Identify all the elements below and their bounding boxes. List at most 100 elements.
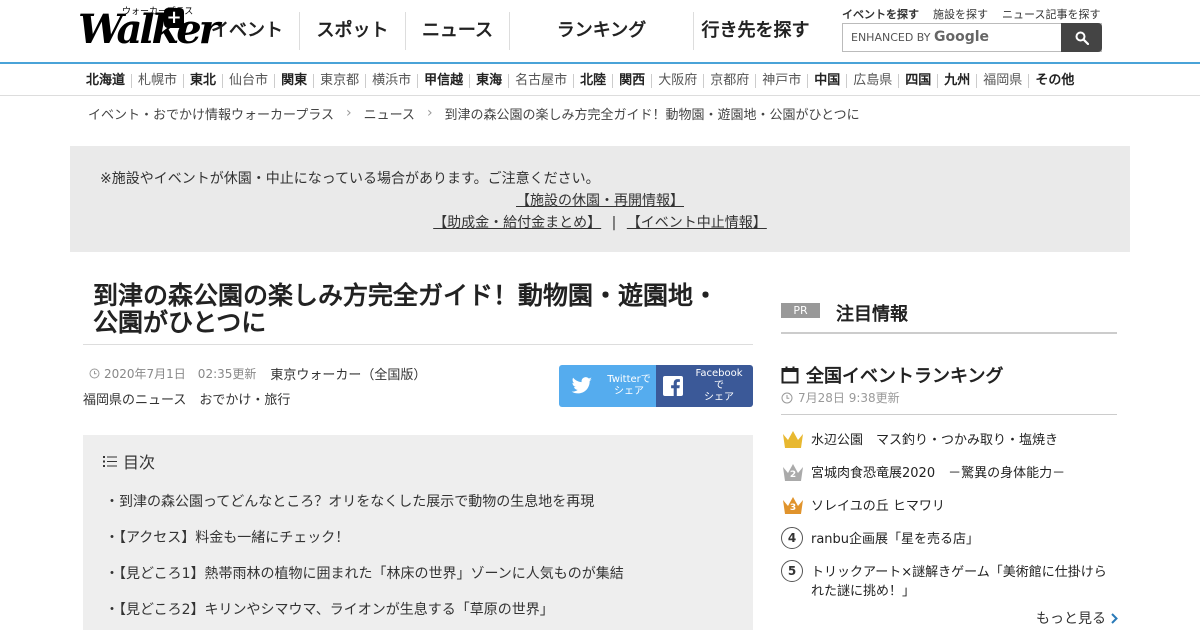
region-link[interactable]: その他 — [1028, 74, 1080, 88]
region-link[interactable]: 福岡県 — [976, 74, 1028, 88]
search-input[interactable]: ENHANCED BY Google — [843, 24, 1061, 51]
region-link[interactable]: 甲信越 — [417, 74, 469, 88]
list-icon — [103, 455, 117, 467]
ranking-item-title: ソレイユの丘 ヒマワリ — [811, 499, 945, 514]
rank-number: 3 — [789, 503, 797, 513]
nav-event[interactable]: イベント — [195, 12, 299, 50]
search-icon — [1075, 31, 1089, 45]
region-link[interactable]: 東海 — [469, 74, 508, 88]
nav-news[interactable]: ニュース — [405, 12, 509, 50]
pr-section-title: 注目情報 — [836, 304, 908, 325]
ranking-updated: 7月28日 9:38更新 — [798, 391, 900, 405]
region-link[interactable]: 関東 — [274, 74, 313, 88]
region-link[interactable]: 札幌市 — [131, 74, 183, 88]
logo-plus-mark: + — [164, 8, 184, 28]
ranking-item-title: 宮城肉食恐竜展2020 －驚異の身体能力－ — [811, 466, 1066, 481]
region-link[interactable]: 神戸市 — [755, 74, 807, 88]
subnav-find-news[interactable]: ニュース記事を探す — [1002, 6, 1100, 22]
clock-icon — [89, 368, 100, 379]
facebook-share-button[interactable]: Facebookで シェア — [656, 365, 753, 407]
nav-ranking[interactable]: ランキング — [509, 12, 693, 50]
chevron-right-icon — [1111, 612, 1118, 624]
toc-item[interactable]: ・到津の森公園ってどんなところ？オリをなくした展示で動物の生息地を再現 — [105, 491, 624, 527]
title-divider — [83, 344, 753, 345]
ranking-item-title: 水辺公園 マス釣り・つかみ取り・塩焼き — [811, 433, 1059, 448]
page-title: 到津の森公園の楽しみ方完全ガイド！動物園・遊園地・公園がひとつに — [93, 281, 719, 337]
region-link[interactable]: 仙台市 — [222, 74, 274, 88]
ranking-updated-row: 7月28日 9:38更新 — [781, 389, 900, 406]
twitter-icon — [571, 377, 592, 394]
article-date: 2020年7月1日 02:35更新 — [104, 367, 257, 381]
breadcrumb-news[interactable]: ニュース — [364, 104, 415, 123]
region-link[interactable]: 広島県 — [846, 74, 898, 88]
walker-plus-logo[interactable]: Walker ウォーカープラス + — [78, 7, 220, 52]
region-link[interactable]: 名古屋市 — [508, 74, 573, 88]
site-search: ENHANCED BY Google — [842, 23, 1102, 52]
calendar-icon — [781, 366, 799, 384]
facebook-share-line2: シェア — [704, 392, 734, 403]
toc-item[interactable]: ・【見どころ1】熱帯雨林の植物に囲まれた「林床の世界」ゾーンに人気ものが集結 — [105, 563, 624, 599]
ranking-item-title: トリックアート×謎解きゲーム「美術館に仕掛けられた謎に挑め！」 — [811, 565, 1107, 599]
twitter-share-label: Twitterで シェア — [603, 374, 655, 398]
toc-item[interactable]: ・【見どころ2】キリンやシマウマ、ライオンが生息する「草原の世界」 — [105, 599, 624, 630]
crown-icon: 2 — [781, 461, 805, 485]
nav-spot[interactable]: スポット — [299, 12, 405, 50]
pr-section-header: PR 注目情報 — [781, 298, 1117, 334]
global-nav: イベント スポット ニュース ランキング 行き先を探す — [195, 12, 817, 50]
rank-badge: 4 — [781, 527, 805, 551]
breadcrumb-home[interactable]: イベント・おでかけ情報ウォーカープラス — [88, 104, 334, 123]
ranking-item-title: ranbu企画展「星を売る店」 — [811, 532, 980, 547]
share-buttons: Twitterで シェア Facebookで シェア — [559, 365, 753, 407]
ranking-header: 全国イベントランキング 7月28日 9:38更新 — [781, 360, 1117, 415]
region-link[interactable]: 横浜市 — [365, 74, 417, 88]
region-link[interactable]: 関西 — [612, 74, 651, 88]
subnav-find-events[interactable]: イベントを探す — [842, 6, 919, 22]
facebook-icon — [663, 376, 683, 396]
facebook-share-line1: Facebookで — [695, 368, 743, 391]
chevron-right-icon: › — [426, 105, 433, 121]
article-categories[interactable]: 福岡県のニュース おでかけ・旅行 — [83, 389, 290, 408]
article-publisher[interactable]: 東京ウォーカー（全国版） — [270, 364, 426, 383]
crown-icon: 3 — [781, 494, 805, 518]
sub-nav: イベントを探す 施設を探す ニュース記事を探す — [842, 6, 1100, 22]
search-button[interactable] — [1061, 23, 1102, 52]
twitter-share-line2: シェア — [614, 386, 644, 397]
breadcrumb-current: 到津の森公園の楽しみ方完全ガイド！動物園・遊園地・公園がひとつに — [444, 107, 860, 123]
more-link[interactable]: もっと見る — [1036, 608, 1118, 628]
table-of-contents: 目次 ・到津の森公園ってどんなところ？オリをなくした展示で動物の生息地を再現 ・… — [83, 435, 753, 630]
clock-icon — [781, 392, 793, 403]
subnav-find-facilities[interactable]: 施設を探す — [933, 6, 988, 22]
crown-icon — [781, 428, 805, 452]
facebook-share-label: Facebookで シェア — [693, 368, 745, 404]
closure-info-link[interactable]: 【施設の休園・再開情報】 — [516, 193, 684, 209]
region-link[interactable]: 四国 — [898, 74, 937, 88]
region-link[interactable]: 中国 — [807, 74, 846, 88]
pr-badge: PR — [781, 303, 820, 318]
ranking-title: 全国イベントランキング — [806, 366, 1004, 387]
region-link[interactable]: 北陸 — [573, 74, 612, 88]
notice-box: ※施設やイベントが休園・中止になっている場合があります。ご注意ください。 【施設… — [70, 146, 1130, 252]
region-link[interactable]: 京都府 — [703, 74, 755, 88]
region-link[interactable]: 東北 — [183, 74, 222, 88]
chevron-right-icon: › — [345, 105, 352, 121]
rank-number: 5 — [781, 560, 803, 582]
subsidy-summary-link[interactable]: 【助成金・給付金まとめ】 — [433, 215, 601, 231]
region-link[interactable]: 東京都 — [313, 74, 365, 88]
toc-item[interactable]: ・【アクセス】料金も一緒にチェック！ — [105, 527, 624, 563]
rank-badge: 5 — [781, 560, 805, 584]
twitter-share-button[interactable]: Twitterで シェア — [559, 365, 656, 407]
notice-text: ※施設やイベントが休園・中止になっている場合があります。ご注意ください。 — [100, 171, 600, 187]
nav-destination[interactable]: 行き先を探す — [693, 12, 817, 50]
region-link[interactable]: 大阪府 — [651, 74, 703, 88]
region-link[interactable]: 北海道 — [80, 74, 131, 88]
region-link[interactable]: 九州 — [937, 74, 976, 88]
breadcrumb: イベント・おでかけ情報ウォーカープラス › ニュース › 到津の森公園の楽しみ方… — [88, 104, 860, 123]
article-meta: 2020年7月1日 02:35更新 東京ウォーカー（全国版） — [89, 364, 426, 383]
toc-title: 目次 — [123, 453, 156, 472]
notice-separator: | — [611, 215, 617, 231]
event-cancel-link[interactable]: 【イベント中止情報】 — [627, 215, 767, 231]
toc-list: ・到津の森公園ってどんなところ？オリをなくした展示で動物の生息地を再現 ・【アク… — [105, 491, 624, 630]
region-list: 北海道 札幌市 東北 仙台市 関東 東京都 横浜市 甲信越 東海 名古屋市 北陸 関西 大阪府 京都府 神戸… — [80, 66, 1080, 96]
search-enhanced-label: ENHANCED BY — [851, 31, 931, 44]
ranking-title-row: 全国イベントランキング — [781, 362, 1003, 388]
